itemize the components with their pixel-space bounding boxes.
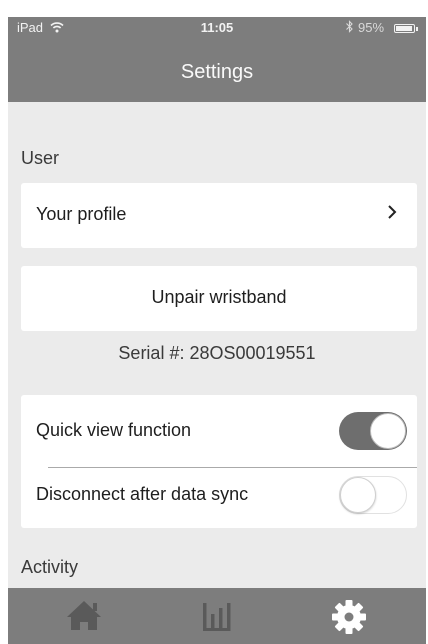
section-label-activity: Activity [21, 557, 79, 577]
bluetooth-icon [345, 20, 354, 36]
toggle-knob [340, 477, 376, 513]
section-label-user: User [21, 148, 60, 168]
battery-icon [394, 24, 415, 33]
disconnect-toggle[interactable] [339, 476, 407, 514]
tab-stats[interactable] [172, 588, 262, 644]
status-bar: iPad 11:05 95% [8, 17, 426, 39]
tab-bar [8, 588, 426, 644]
battery-percent: 95% [358, 20, 385, 35]
unpair-wristband-label: Unpair wristband [151, 287, 287, 307]
quick-view-toggle[interactable] [339, 412, 407, 450]
tab-settings[interactable] [304, 588, 394, 644]
battery-tip [416, 27, 418, 31]
toggles-card: Quick view function Disconnect after dat… [21, 395, 417, 528]
unpair-wristband-button[interactable]: Unpair wristband [21, 266, 417, 331]
stats-icon [203, 603, 231, 631]
serial-number: Serial #: 28OS00019551 [118, 343, 316, 363]
home-icon [67, 601, 101, 630]
gear-icon [332, 600, 366, 634]
divider [48, 467, 417, 468]
quick-view-label: Quick view function [36, 420, 192, 440]
page-title: Settings [180, 61, 254, 83]
toggle-knob [370, 413, 406, 449]
header-bar: iPad 11:05 95% Settings [8, 17, 426, 102]
settings-screen: iPad 11:05 95% Settings User Your profil… [8, 17, 426, 644]
disconnect-label: Disconnect after data sync [36, 484, 249, 504]
profile-row[interactable]: Your profile [21, 183, 417, 248]
tab-home[interactable] [39, 588, 129, 644]
chevron-right-icon [387, 203, 397, 226]
profile-row-label: Your profile [36, 204, 127, 224]
